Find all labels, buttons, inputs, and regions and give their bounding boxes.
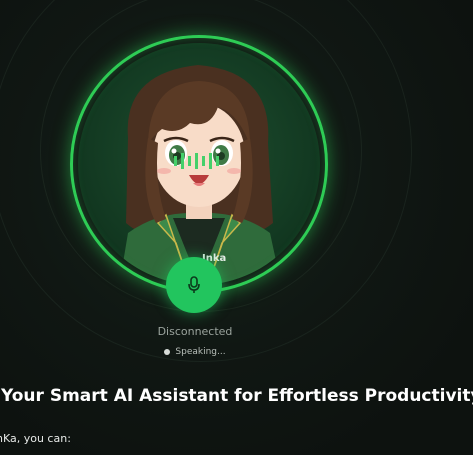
microphone-icon [188, 276, 200, 293]
voice-assistant-screen: Inka Disconnected Speaking... Your Smart… [0, 0, 473, 455]
speaking-indicator: Speaking... [0, 347, 390, 357]
microphone-button[interactable] [166, 257, 222, 313]
intro-text: nKa, you can: [0, 432, 71, 445]
status-dot-icon [164, 348, 171, 355]
connection-status: Disconnected [157, 325, 233, 338]
avatar-glow-ring [70, 35, 328, 293]
speaking-label: Speaking... [175, 347, 226, 357]
page-headline: Your Smart AI Assistant for Effortless P… [1, 386, 473, 406]
